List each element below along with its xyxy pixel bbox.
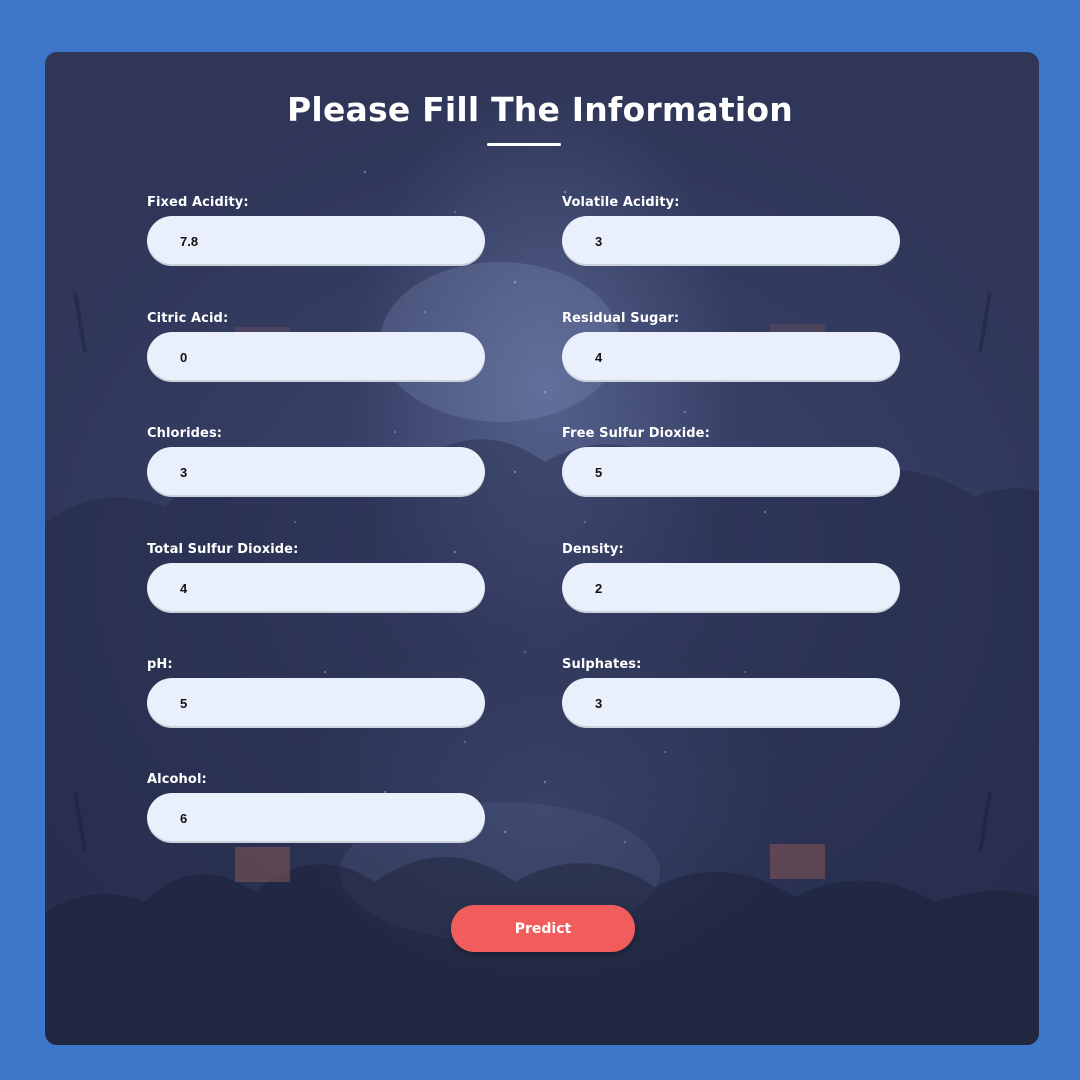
ph-label: pH: <box>147 657 173 672</box>
total-sulfur-dioxide-input[interactable] <box>147 563 485 613</box>
sulphates-input[interactable] <box>562 678 900 728</box>
citric-acid-input[interactable] <box>147 332 485 382</box>
residual-sugar-input[interactable] <box>562 332 900 382</box>
ph-input[interactable] <box>147 678 485 728</box>
citric-acid-label: Citric Acid: <box>147 311 229 326</box>
density-input[interactable] <box>562 563 900 613</box>
residual-sugar-label: Residual Sugar: <box>562 311 680 326</box>
predict-button[interactable]: Predict <box>451 905 635 952</box>
alcohol-label: Alcohol: <box>147 772 207 787</box>
page: Please Fill The Information Fixed Acidit… <box>0 0 1080 1080</box>
fixed-acidity-label: Fixed Acidity: <box>147 195 249 210</box>
page-title: Please Fill The Information <box>287 90 793 129</box>
density-label: Density: <box>562 542 624 557</box>
fixed-acidity-input[interactable] <box>147 216 485 266</box>
free-sulfur-dioxide-input[interactable] <box>562 447 900 497</box>
sulphates-label: Sulphates: <box>562 657 642 672</box>
title-underline <box>487 143 561 146</box>
volatile-acidity-label: Volatile Acidity: <box>562 195 680 210</box>
chlorides-label: Chlorides: <box>147 426 223 441</box>
alcohol-input[interactable] <box>147 793 485 843</box>
volatile-acidity-input[interactable] <box>562 216 900 266</box>
total-sulfur-dioxide-label: Total Sulfur Dioxide: <box>147 542 299 557</box>
chlorides-input[interactable] <box>147 447 485 497</box>
free-sulfur-dioxide-label: Free Sulfur Dioxide: <box>562 426 710 441</box>
